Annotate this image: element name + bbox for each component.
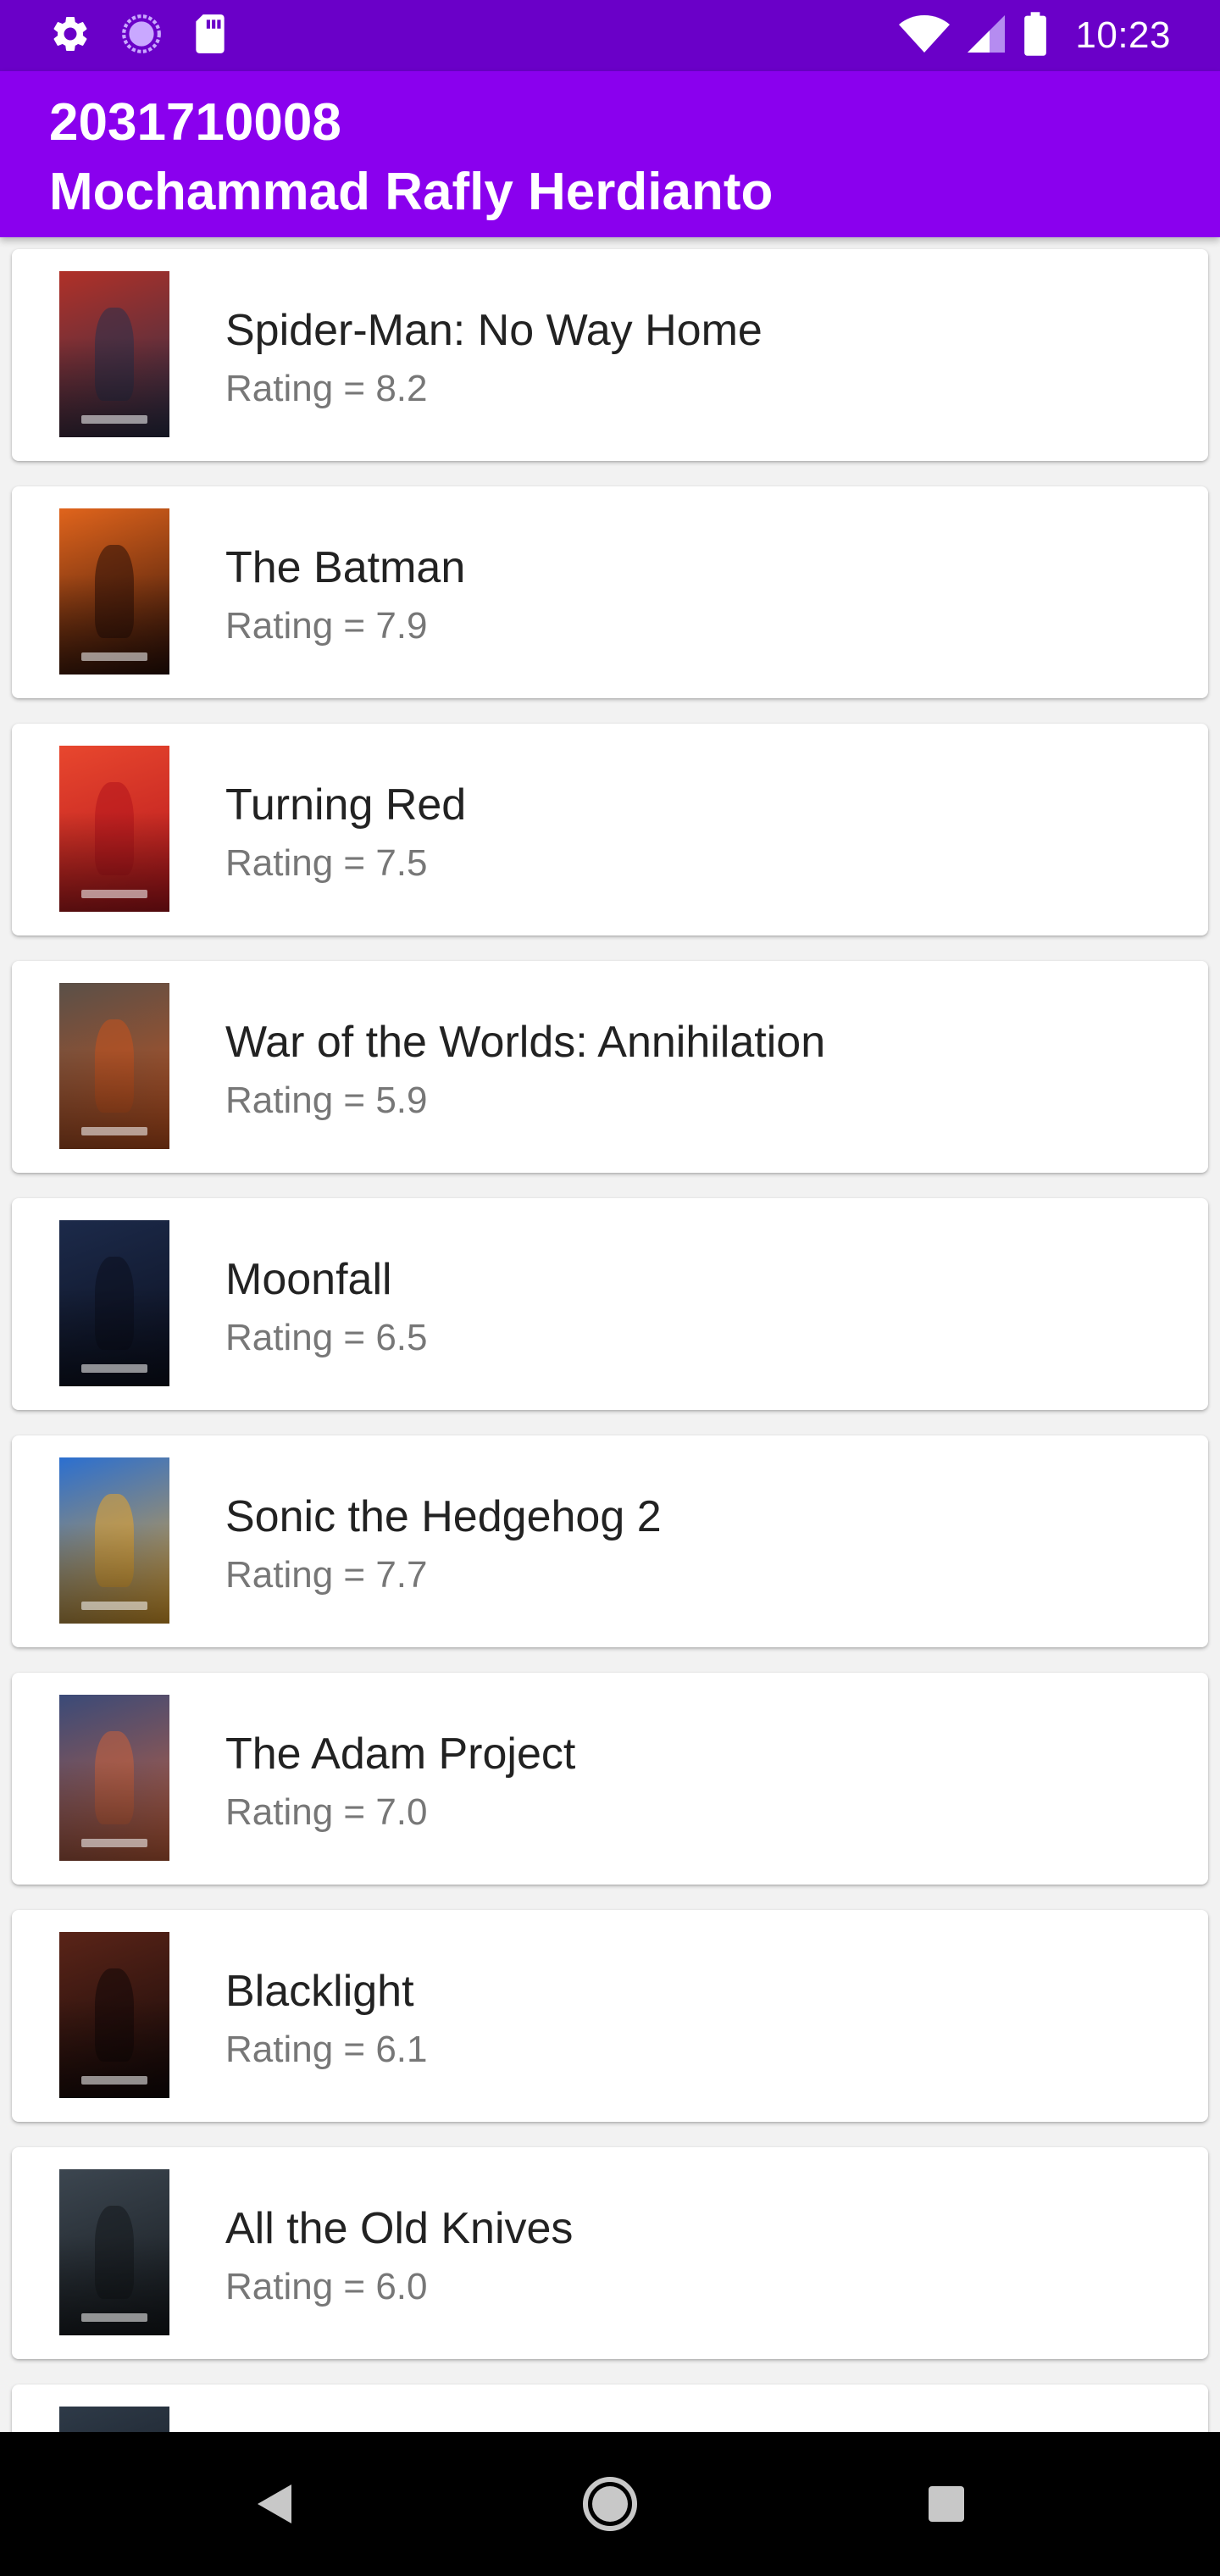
movie-card-2[interactable]: The Batman Rating = 7.9 (12, 486, 1208, 698)
status-bar: 10:23 (0, 0, 1220, 71)
movie-poster (59, 271, 169, 437)
app-bar-student-id: 2031710008 (49, 93, 341, 152)
recents-button[interactable] (917, 2474, 976, 2534)
movie-card-3[interactable]: Turning Red Rating = 7.5 (12, 724, 1208, 935)
poster-title-mark (81, 1364, 147, 1373)
home-icon (583, 2477, 637, 2531)
sd-card-icon (191, 13, 229, 59)
movie-poster (59, 508, 169, 675)
movie-rating: Rating = 6.0 (225, 2266, 428, 2307)
status-clock: 10:23 (1075, 14, 1171, 56)
movie-card-1[interactable]: Spider-Man: No Way Home Rating = 8.2 (12, 249, 1208, 461)
sync-icon (120, 13, 163, 59)
movie-poster (59, 1220, 169, 1386)
movie-rating: Rating = 7.0 (225, 1791, 428, 1833)
movie-poster (59, 1932, 169, 2098)
movie-title: The Batman (225, 543, 466, 592)
poster-title-mark (81, 890, 147, 898)
movie-card-8[interactable]: Blacklight Rating = 6.1 (12, 1910, 1208, 2122)
movie-poster (59, 746, 169, 912)
poster-title-mark (81, 652, 147, 661)
movie-rating: Rating = 5.9 (225, 1080, 428, 1121)
movie-title: Sonic the Hedgehog 2 (225, 1492, 662, 1541)
poster-title-mark (81, 2313, 147, 2322)
home-button[interactable] (580, 2474, 640, 2534)
movie-rating: Rating = 7.7 (225, 1554, 428, 1596)
movie-card-10[interactable] (12, 2384, 1208, 2432)
navigation-bar (0, 2432, 1220, 2576)
poster-title-mark (81, 2076, 147, 2085)
wifi-icon (899, 14, 951, 58)
movie-poster (59, 1695, 169, 1861)
movie-rating: Rating = 7.5 (225, 842, 428, 884)
movie-card-4[interactable]: War of the Worlds: Annihilation Rating =… (12, 961, 1208, 1173)
status-left-icons (49, 13, 229, 59)
movie-rating: Rating = 7.9 (225, 605, 428, 647)
movie-rating: Rating = 8.2 (225, 368, 428, 409)
signal-icon (965, 14, 1007, 58)
poster-title-mark (81, 415, 147, 424)
movie-title: All the Old Knives (225, 2204, 574, 2253)
app-bar: 2031710008 Mochammad Rafly Herdianto (0, 71, 1220, 237)
app-bar-student-name: Mochammad Rafly Herdianto (49, 163, 774, 221)
movie-rating: Rating = 6.5 (225, 1317, 428, 1358)
settings-icon (49, 13, 92, 59)
back-icon (258, 2484, 291, 2523)
movie-list[interactable]: Spider-Man: No Way Home Rating = 8.2 The… (0, 237, 1220, 2432)
movie-poster (59, 983, 169, 1149)
poster-title-mark (81, 1127, 147, 1135)
back-button[interactable] (244, 2474, 303, 2534)
movie-rating: Rating = 6.1 (225, 2029, 428, 2070)
movie-poster (59, 1457, 169, 1624)
movie-card-9[interactable]: All the Old Knives Rating = 6.0 (12, 2147, 1208, 2359)
poster-title-mark (81, 1839, 147, 1847)
movie-title: Moonfall (225, 1255, 392, 1304)
movie-title: Blacklight (225, 1967, 414, 2016)
status-right-icons: 10:23 (899, 11, 1171, 60)
poster-title-mark (81, 1602, 147, 1610)
movie-poster (59, 2169, 169, 2335)
movie-card-7[interactable]: The Adam Project Rating = 7.0 (12, 1673, 1208, 1885)
movie-title: Turning Red (225, 780, 467, 830)
movie-title: The Adam Project (225, 1729, 576, 1779)
movie-card-5[interactable]: Moonfall Rating = 6.5 (12, 1198, 1208, 1410)
recents-icon (929, 2486, 964, 2522)
movie-card-6[interactable]: Sonic the Hedgehog 2 Rating = 7.7 (12, 1435, 1208, 1647)
battery-icon (1023, 11, 1048, 60)
movie-title: Spider-Man: No Way Home (225, 306, 762, 355)
movie-poster (59, 2407, 169, 2432)
movie-title: War of the Worlds: Annihilation (225, 1018, 826, 1067)
